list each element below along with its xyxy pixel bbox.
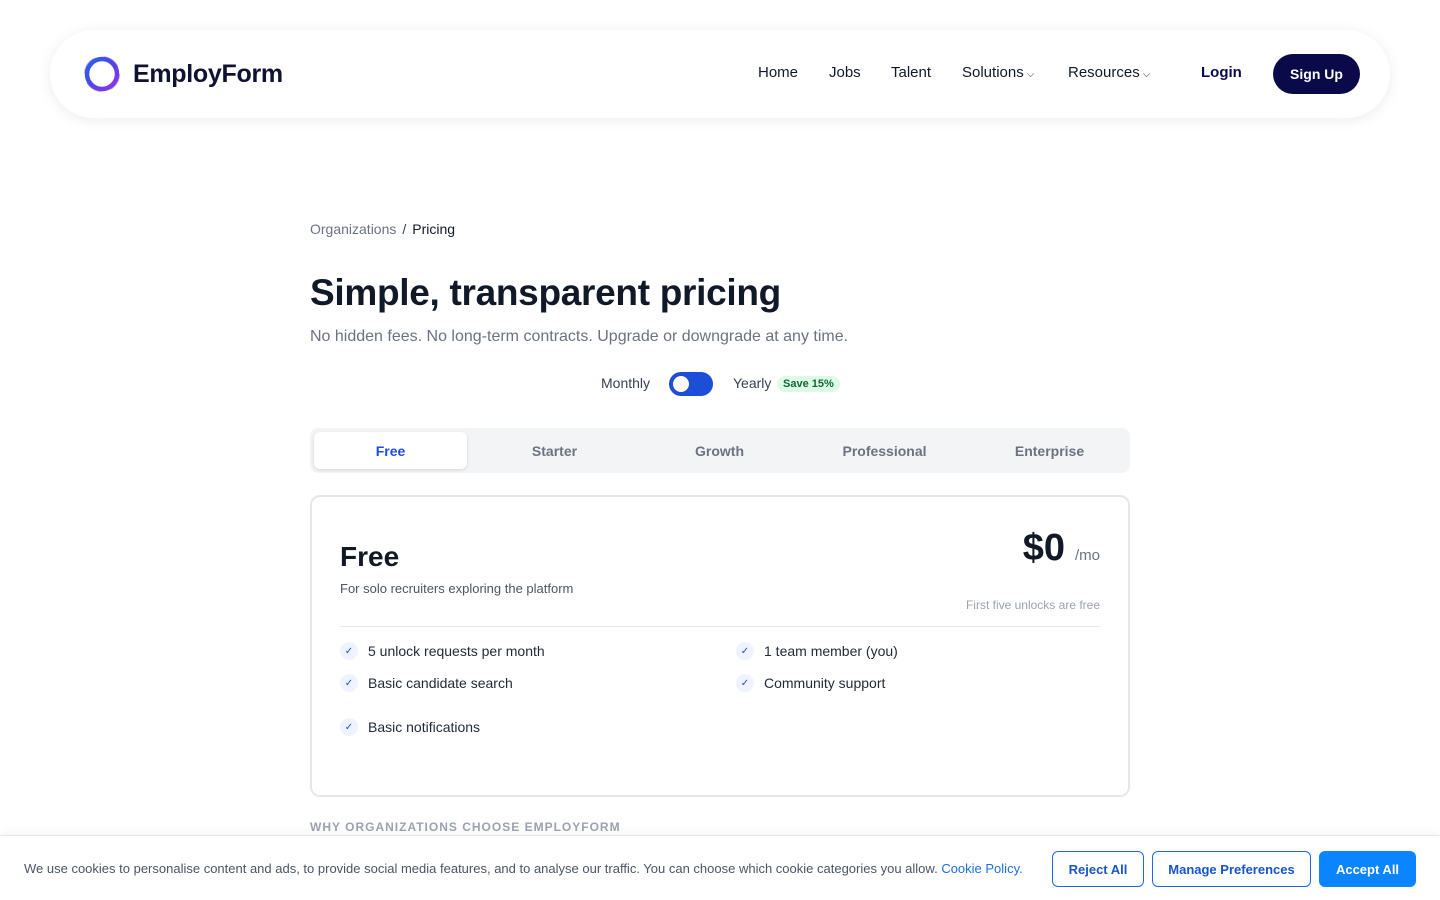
divider (340, 626, 1100, 627)
billing-yearly-label[interactable]: Yearly (733, 375, 771, 391)
chevron-down-icon: ⌵ (1142, 69, 1151, 80)
plan-description: For solo recruiters exploring the platfo… (340, 581, 574, 596)
nav-solutions-label: Solutions (962, 64, 1024, 81)
breadcrumb-organizations[interactable]: Organizations (310, 221, 396, 237)
feature-item: ✓ Basic notifications (340, 718, 480, 736)
why-heading: WHY ORGANIZATIONS CHOOSE EMPLOYFORM (310, 820, 621, 834)
tab-professional[interactable]: Professional (808, 432, 961, 469)
login-link[interactable]: Login (1201, 64, 1242, 81)
breadcrumb-current: Pricing (412, 221, 456, 237)
nav-home[interactable]: Home (758, 64, 798, 81)
page-subtitle: No hidden fees. No long-term contracts. … (310, 328, 849, 345)
accept-all-button[interactable]: Accept All (1319, 851, 1416, 887)
chevron-down-icon: ⌵ (1026, 69, 1035, 80)
breadcrumb: Organizations / Pricing (310, 221, 455, 237)
nav-resources-label: Resources (1068, 64, 1140, 81)
plan-name: Free (340, 541, 400, 572)
billing-monthly-label[interactable]: Monthly (601, 375, 650, 391)
signup-button[interactable]: Sign Up (1273, 54, 1360, 94)
nav-jobs[interactable]: Jobs (829, 64, 861, 81)
tab-starter[interactable]: Starter (478, 432, 631, 469)
tab-free[interactable]: Free (314, 432, 467, 469)
site-header: EmployForm Home Jobs Talent Solutions ⌵ R… (50, 30, 1390, 118)
tab-enterprise[interactable]: Enterprise (973, 432, 1126, 469)
billing-toggle[interactable] (669, 372, 713, 396)
feature-item: ✓ 5 unlock requests per month (340, 642, 545, 660)
tab-growth[interactable]: Growth (643, 432, 796, 469)
plan-card: Free For solo recruiters exploring the p… (310, 495, 1130, 797)
nav-resources[interactable]: Resources ⌵ (1068, 64, 1150, 81)
price-note: First five unlocks are free (965, 598, 1100, 612)
check-icon: ✓ (340, 642, 358, 660)
cookie-message: We use cookies to personalise content an… (24, 861, 938, 876)
check-icon: ✓ (736, 674, 754, 692)
cookie-policy-link[interactable]: Cookie Policy. (941, 861, 1022, 876)
toggle-knob (673, 376, 689, 392)
reject-all-button[interactable]: Reject All (1052, 851, 1144, 887)
plan-tabs: Free Starter Growth Professional Enterpr… (310, 428, 1130, 473)
cookie-banner: We use cookies to personalise content an… (0, 835, 1440, 900)
feature-label: Basic notifications (368, 719, 481, 735)
feature-item: ✓ 1 team member (you) (736, 642, 898, 660)
cookie-text: We use cookies to personalise content an… (24, 861, 1023, 876)
manage-preferences-button[interactable]: Manage Preferences (1152, 851, 1311, 887)
page-title: Simple, transparent pricing (310, 272, 781, 313)
price-amount: $0 (1022, 527, 1065, 569)
plan-price: $0 /mo (1023, 527, 1100, 570)
billing-period-switch: Monthly Yearly Save 15% (601, 372, 901, 396)
feature-item: ✓ Basic candidate search (340, 674, 513, 692)
check-icon: ✓ (340, 718, 358, 736)
feature-item: ✓ Community support (736, 674, 885, 692)
price-unit: /mo (1074, 547, 1100, 564)
brand-logo[interactable]: EmployForm (82, 54, 283, 94)
nav-solutions[interactable]: Solutions ⌵ (962, 64, 1034, 81)
check-icon: ✓ (736, 642, 754, 660)
check-icon: ✓ (340, 674, 358, 692)
feature-label: 5 unlock requests per month (368, 643, 545, 659)
save-badge: Save 15% (777, 376, 840, 392)
nav-talent[interactable]: Talent (891, 64, 931, 81)
logo-ring-icon (84, 56, 120, 92)
feature-label: Community support (764, 675, 886, 691)
feature-label: 1 team member (you) (764, 643, 898, 659)
brand-name: EmployForm (133, 59, 283, 88)
feature-label: Basic candidate search (368, 675, 513, 691)
breadcrumb-separator: / (402, 221, 407, 237)
